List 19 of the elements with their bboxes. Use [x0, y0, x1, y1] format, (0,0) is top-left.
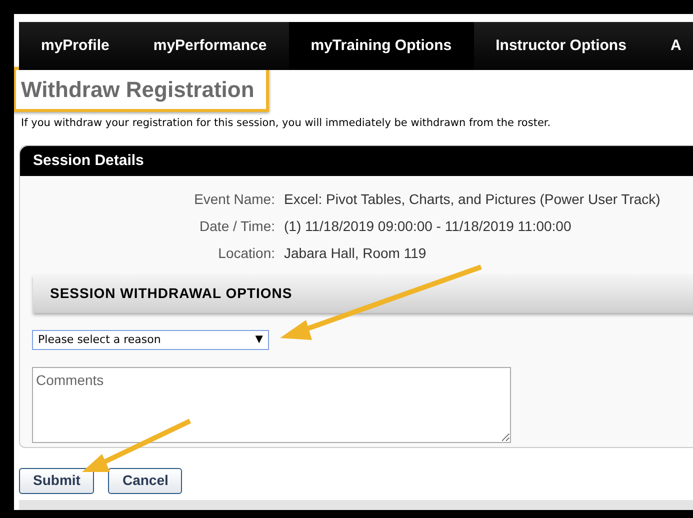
comments-field[interactable]: Comments: [32, 366, 511, 443]
form-button[interactable]: Cancel: [108, 468, 182, 494]
nav-tab[interactable]: A: [648, 22, 693, 70]
detail-label: Date / Time:: [198, 216, 275, 236]
form-button[interactable]: Submit: [19, 468, 94, 494]
nav-tab[interactable]: myProfile: [19, 22, 132, 70]
page-title: Withdraw Registration: [21, 76, 254, 104]
panel-header: Session Details: [20, 146, 693, 176]
detail-value: Excel: Pivot Tables, Charts, and Pictures (Power User Track): [284, 190, 662, 209]
options-header: SESSION WITHDRAWAL OPTIONS: [33, 274, 693, 313]
nav-tab[interactable]: myPerformance: [131, 22, 289, 70]
detail-label: Event Name:: [193, 190, 275, 209]
detail-value: (1) 11/18/2019 09:00:00 - 11/18/2019 11:00:00: [284, 216, 572, 236]
detail-value: Jabara Hall, Room 119: [284, 244, 428, 263]
intro-text: If you withdraw your registration for this session, you will immediately be withdrawn from the roster.: [21, 116, 552, 131]
reason-select[interactable]: Please select a reason ▼: [32, 330, 269, 350]
nav-tab[interactable]: myTraining Options: [288, 22, 474, 70]
nav-tab[interactable]: Instructor Options: [474, 22, 648, 70]
detail-label: Location:: [217, 244, 275, 263]
